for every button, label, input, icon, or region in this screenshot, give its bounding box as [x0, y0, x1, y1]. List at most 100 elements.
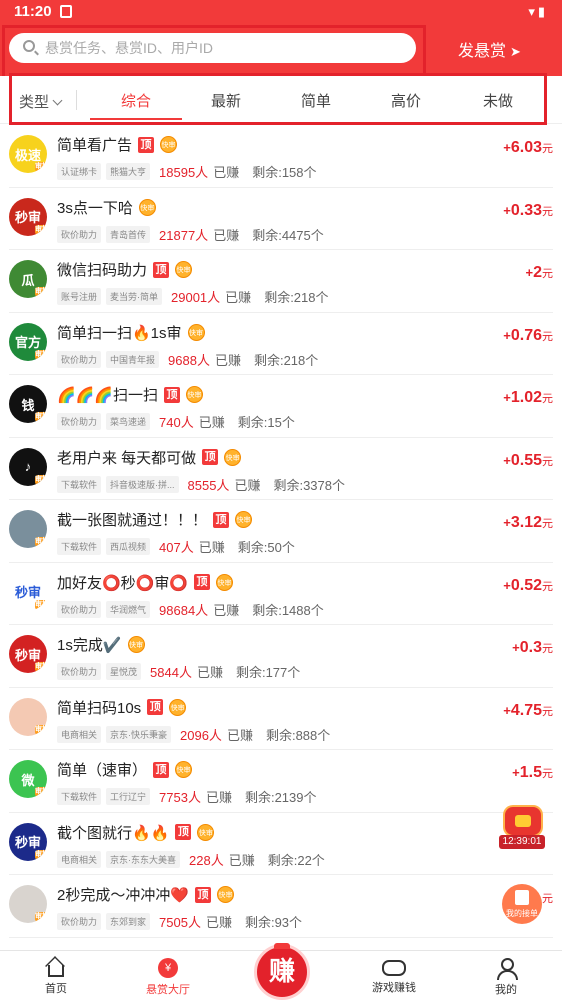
task-title-row: 截个图就行🔥🔥 顶快审 — [57, 822, 215, 843]
task-tag: 菜鸟速递 — [106, 413, 151, 430]
task-row[interactable]: 钱审核 🌈🌈🌈扫一扫顶快审 砍价助力 菜鸟速递 740人 已赚 剩余:15个 +1.02元 — [9, 375, 553, 438]
task-meta-row: 砍价助力 中国青年报 9688人 已赚 剩余:218个 — [57, 350, 318, 369]
audit-sticker: 审核 — [35, 724, 47, 735]
task-tag: 电商相关 — [57, 850, 102, 868]
publish-reward-button[interactable]: 发悬赏 ➤ — [458, 37, 521, 61]
header: 发悬赏➤ — [0, 24, 562, 76]
fast-review-badge: 快审 — [138, 198, 156, 216]
task-row[interactable]: 官方 审核 简单扫一扫🔥1s审 快审 砍价助力 中国青年报 9688人 已赚 剩余:218个 +0… — [9, 313, 553, 375]
price-value: 0.52 — [510, 576, 542, 594]
nav-me[interactable]: 我的 — [466, 951, 546, 997]
task-tag: 下载软件 — [57, 475, 102, 493]
task-meta-row: 电商相关 京东·东东大美喜 228人 已赚 剩余:22个 — [57, 850, 325, 869]
paper-plane-icon: ➤ — [510, 44, 521, 59]
plus-sign: + — [503, 202, 511, 218]
task-title: 截个图就行🔥🔥 — [57, 824, 170, 842]
audit-sticker: 审核 — [35, 224, 47, 235]
task-row[interactable]: ♪ 审核 老用户来 每天都可做顶快审 下载软件 抖音极速版·拼... 8555人 已赚 剩余:… — [9, 438, 553, 500]
earn-label: 赚 — [268, 956, 295, 986]
task-meta-row: 砍价助力 菜鸟速递 740人 已赚 剩余:15个 — [57, 412, 295, 431]
task-row[interactable]: 审核 2秒完成～冲冲冲❤️ 顶快审 砍价助力 东郊到家 7505人 已赚 剩余:93个 元 — [9, 875, 553, 938]
remaining-count: 剩余:1488个 — [252, 602, 324, 618]
audit-sticker: 审核 — [35, 787, 47, 797]
type-filter-dropdown[interactable]: 类型 — [19, 91, 63, 112]
task-row[interactable]: 微审核 简单（速审） 顶快审 下载软件 工行辽宁 7753人 已赚 剩余:2139个 +1.5元 — [9, 750, 553, 813]
task-tag: 下载软件 — [57, 538, 102, 555]
fast-review-badge: 快审 — [186, 386, 204, 403]
earned-suffix: 已赚 — [198, 415, 225, 430]
tab-comprehensive[interactable]: 综合 — [106, 90, 166, 111]
avatar-text: 钱 — [21, 397, 35, 413]
task-tag: 认证绑卡 — [57, 163, 102, 180]
task-avatar: ♪ 审核 — [9, 447, 47, 486]
task-row[interactable]: 秒审 审核 加好友⭕秒⭕审⭕ 顶快审 砍价助力 华润燃气 98684人 已赚 剩余:1488个 +… — [9, 563, 553, 625]
task-tag: 工行辽宁 — [106, 788, 151, 805]
task-tag: 砍价助力 — [57, 413, 102, 430]
task-title: 加好友⭕秒⭕审⭕ — [57, 574, 189, 592]
task-title: 1s完成✔️ — [57, 637, 122, 654]
price-value: 4.75 — [510, 701, 542, 719]
home-icon — [48, 965, 64, 977]
nav-reward-hall[interactable]: ¥ 悬赏大厅 — [128, 951, 208, 997]
tab-newest[interactable]: 最新 — [196, 90, 256, 111]
tab-high-price[interactable]: 高价 — [376, 90, 436, 111]
task-tag: 下载软件 — [57, 788, 102, 805]
task-title-row: 🌈🌈🌈扫一扫顶快审 — [57, 384, 204, 405]
price-value: 1.02 — [510, 389, 542, 406]
task-row[interactable]: 瓜审核 微信扫码助力顶快审 账号注册 麦当劳·简单 29001人 已赚 剩余:218个 +2元 — [9, 250, 553, 313]
task-title: 🌈🌈🌈扫一扫 — [57, 387, 159, 404]
task-row[interactable]: 秒审 审核 截个图就行🔥🔥 顶快审 电商相关 京东·东东大美喜 228人 已赚 剩余:22个 — [9, 813, 553, 875]
search-bar[interactable] — [9, 33, 416, 63]
task-row[interactable]: 极速 审核 简单看广告顶快审 认证绑卡 熊猫大亨 18595人 已赚 剩余:158个 +6.03… — [9, 125, 553, 188]
price-unit: 元 — [542, 580, 553, 593]
red-packet-timer-button[interactable]: 12:39:01 — [495, 805, 551, 849]
price-unit: 元 — [542, 643, 553, 655]
earned-suffix: 已赚 — [205, 915, 232, 930]
plus-sign: + — [503, 140, 511, 155]
task-price: +0.76元 — [503, 327, 553, 345]
task-row[interactable]: 审核 简单扫码10s 顶快审 电商相关 京东·快乐秉豪 2096人 已赚 剩余:888个 +4.… — [9, 688, 553, 750]
task-tag: 砍价助力 — [57, 913, 102, 930]
task-title: 简单（速审） — [57, 762, 148, 779]
task-meta-row: 下载软件 抖音极速版·拼... 8555人 已赚 剩余:3378个 — [57, 475, 345, 494]
task-avatar: 微审核 — [9, 760, 47, 798]
task-tag: 华润燃气 — [106, 600, 151, 618]
status-bar: 11:20 ▾▮ — [0, 0, 562, 24]
task-title-row: 简单看广告顶快审 — [57, 134, 178, 155]
task-price: +1.02元 — [503, 389, 553, 407]
avatar-text: 瓜 — [21, 272, 35, 288]
task-avatar: 官方 审核 — [9, 322, 47, 361]
task-avatar: 秒审 审核 — [9, 197, 47, 236]
task-row[interactable]: 审核 截一张图就通过！！！ 顶快审 下载软件 西瓜视频 407人 已赚 剩余:50个 +3.12… — [9, 500, 553, 563]
tab-simple[interactable]: 简单 — [286, 90, 346, 111]
audit-sticker: 审核 — [35, 849, 47, 860]
task-title-row: 2秒完成～冲冲冲❤️ 顶快审 — [57, 884, 235, 905]
task-meta-row: 砍价助力 东郊到家 7505人 已赚 剩余:93个 — [57, 912, 302, 931]
audit-sticker: 审核 — [35, 162, 47, 172]
task-tag: 账号注册 — [57, 288, 102, 305]
task-row[interactable]: 秒审 审核 3s点一下哈 快审 砍价助力 青岛首传 21877人 已赚 剩余:4475个 +0.3… — [9, 188, 553, 250]
avatar-text: 秒审 — [14, 210, 41, 225]
search-input[interactable] — [45, 33, 405, 63]
nav-reward-hall-label: 悬赏大厅 — [146, 984, 190, 996]
earned-count: 7505人 — [159, 915, 201, 930]
my-orders-button[interactable]: 我的接单 — [502, 884, 542, 924]
tab-not-done[interactable]: 未做 — [468, 90, 528, 111]
plus-sign: + — [512, 640, 520, 655]
task-tag: 抖音极速版·拼... — [106, 475, 179, 493]
audit-sticker: 审核 — [35, 349, 47, 360]
pinned-badge: 顶 — [153, 761, 170, 778]
earned-count: 2096人 — [180, 727, 222, 743]
price-value: 1.5 — [519, 764, 542, 781]
earn-center-button[interactable]: 赚 — [254, 943, 310, 1000]
earned-count: 740人 — [159, 415, 194, 430]
nav-home[interactable]: 首页 — [16, 951, 96, 996]
nav-game-earn[interactable]: 游戏赚钱 — [354, 951, 434, 995]
avatar-text: ♪ — [24, 459, 32, 474]
earned-count: 5844人 — [150, 665, 192, 680]
task-row[interactable]: 秒审 审核 1s完成✔️ 快审 砍价助力 星悦茂 5844人 已赚 剩余:177个 +0.3元 — [9, 625, 553, 688]
task-meta-row: 账号注册 麦当劳·简单 29001人 已赚 剩余:218个 — [57, 287, 329, 306]
task-title-row: 3s点一下哈 快审 — [57, 197, 156, 218]
task-price: +0.33元 — [503, 202, 553, 220]
plus-sign: + — [503, 452, 511, 468]
